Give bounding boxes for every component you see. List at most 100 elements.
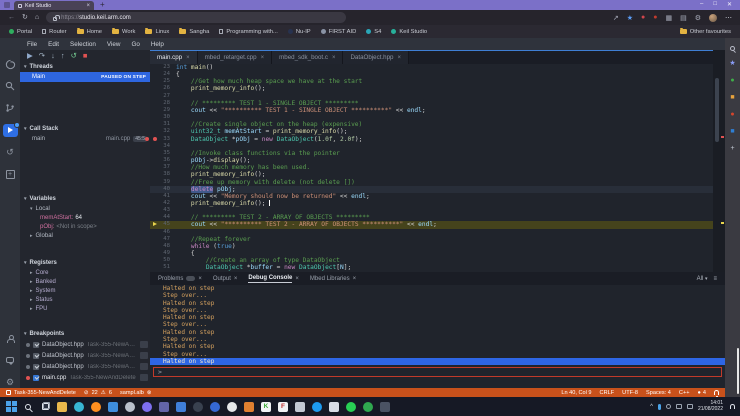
- code-line[interactable]: 51 DataObject *buffer = new DataObject[N…: [150, 264, 713, 271]
- stop-button[interactable]: ■: [83, 51, 88, 61]
- breakpoint-checkbox[interactable]: [33, 363, 39, 370]
- step-over-button[interactable]: ↷: [39, 51, 45, 61]
- breakpoint-row[interactable]: main.cpp Task-355-NewAndDelete: [20, 372, 150, 383]
- code-line[interactable]: 45 cout << "********** TEST 2 - ARRAY OF…: [150, 221, 713, 229]
- tab-close-icon[interactable]: ×: [397, 55, 401, 61]
- threads-header[interactable]: ▾ Threads: [20, 62, 150, 72]
- close-button[interactable]: ✕: [727, 1, 732, 8]
- panel-tab-close-icon[interactable]: ×: [353, 276, 357, 282]
- panel-tab-close-icon[interactable]: ×: [198, 276, 202, 282]
- edge-search-icon[interactable]: [730, 46, 735, 51]
- keil-icon[interactable]: K: [260, 401, 272, 413]
- code-line[interactable]: 23 int main(): [150, 64, 713, 71]
- editor-tab[interactable]: mbed_retarget.cpp ×: [197, 51, 273, 64]
- gutter[interactable]: 46: [150, 229, 176, 236]
- tab-close-icon[interactable]: ×: [332, 55, 336, 61]
- panel-tab[interactable]: Debug Console ×: [248, 275, 299, 283]
- indentation-indicator[interactable]: Spaces: 4: [646, 390, 671, 396]
- gutter[interactable]: 23: [150, 64, 176, 71]
- maximize-button[interactable]: □: [713, 1, 717, 8]
- console-line[interactable]: Halted on step: [150, 357, 725, 366]
- code-line[interactable]: 49 {: [150, 250, 713, 257]
- call-stack-frame[interactable]: main main.cpp 45:5: [20, 134, 150, 144]
- code-line[interactable]: 35 //Invoke class functions via the poin…: [150, 150, 713, 157]
- edge-add-icon[interactable]: +: [730, 145, 734, 153]
- variable-row[interactable]: memAtStart: 64: [20, 213, 150, 222]
- register-group[interactable]: ▸ System: [20, 286, 150, 295]
- console-line[interactable]: Halted on step: [150, 300, 725, 307]
- bookmark-router[interactable]: Router: [42, 29, 67, 35]
- tray-mic-icon[interactable]: [665, 404, 671, 409]
- blue-app-icon[interactable]: [209, 401, 221, 413]
- back-icon[interactable]: ←: [8, 14, 15, 21]
- code-line[interactable]: 46: [150, 229, 713, 236]
- debug-console-input[interactable]: >: [153, 367, 722, 378]
- bookmark-sangha[interactable]: Sangha: [179, 27, 209, 35]
- notes-icon[interactable]: [294, 401, 306, 413]
- panel-tab[interactable]: Mbed Libraries ×: [310, 276, 356, 282]
- gutter[interactable]: 43: [150, 207, 176, 214]
- breakpoint-checkbox[interactable]: [33, 374, 39, 381]
- gutter[interactable]: 38: [150, 171, 176, 178]
- call-stack-header[interactable]: ▾ Call Stack: [20, 124, 150, 134]
- breakpoint-row[interactable]: DataObject.hpp Task-355-NewAndDelete: [20, 350, 150, 361]
- workspaces-icon[interactable]: [4, 2, 10, 8]
- breakpoint-row[interactable]: DataObject.hpp Task-355-NewAndDelete: [20, 361, 150, 372]
- breakpoint-row[interactable]: DataObject.hpp Task-355-NewAndDelete: [20, 339, 150, 350]
- artifact-status[interactable]: sampl.alb ⊗: [120, 390, 152, 396]
- firefox-icon[interactable]: [90, 401, 102, 413]
- tray-chevron-icon[interactable]: ^: [650, 404, 653, 410]
- edge-shopping-icon[interactable]: ●: [730, 77, 734, 85]
- gutter[interactable]: 50: [150, 257, 176, 264]
- scrollbar-thumb[interactable]: [715, 78, 719, 142]
- tab-close-icon[interactable]: ×: [86, 3, 90, 9]
- debug-icon[interactable]: [0, 119, 20, 141]
- code-line[interactable]: 39 //Free up memory with delete (not del…: [150, 179, 713, 186]
- console-line[interactable]: Step over...: [150, 351, 725, 358]
- gutter[interactable]: 32: [150, 128, 176, 135]
- code-line[interactable]: 36 pObj->display();: [150, 157, 713, 164]
- menu-item[interactable]: File: [27, 41, 37, 48]
- code-line[interactable]: 28 // ********* TEST 1 - SINGLE OBJECT *…: [150, 100, 713, 107]
- bookmark-work[interactable]: Work: [112, 27, 135, 35]
- encoding-indicator[interactable]: UTF-8: [622, 390, 638, 396]
- more-menu-icon[interactable]: ⋯: [725, 14, 732, 22]
- registers-header[interactable]: ▾ Registers: [20, 258, 150, 268]
- code-line[interactable]: 24 {: [150, 71, 713, 78]
- console-line[interactable]: Step over...: [150, 336, 725, 343]
- snip-icon[interactable]: [328, 401, 340, 413]
- breakpoints-header[interactable]: ▾ Breakpoints: [20, 329, 150, 339]
- gutter[interactable]: 27: [150, 93, 176, 100]
- gutter[interactable]: 25: [150, 78, 176, 85]
- gutter[interactable]: 44: [150, 214, 176, 221]
- gutter[interactable]: 42: [150, 200, 176, 207]
- gutter[interactable]: 30: [150, 114, 176, 121]
- menu-item[interactable]: Help: [151, 41, 164, 48]
- gutter[interactable]: 28: [150, 100, 176, 107]
- history-icon[interactable]: ↺: [0, 141, 20, 163]
- url-bar[interactable]: https://studio.keil.arm.com: [46, 12, 347, 23]
- code-line[interactable]: 40 delete pObj;: [150, 185, 713, 193]
- profile-avatar[interactable]: [709, 13, 717, 22]
- gutter[interactable]: 49: [150, 250, 176, 257]
- code-line[interactable]: 27: [150, 93, 713, 100]
- code-line[interactable]: 44 // ********* TEST 2 - ARRAY OF OBJECT…: [150, 214, 713, 221]
- tray-folder-icon[interactable]: [686, 404, 693, 409]
- gutter[interactable]: 48: [150, 243, 176, 250]
- teams-icon[interactable]: [158, 401, 170, 413]
- source-control-icon[interactable]: [0, 97, 20, 119]
- bookmark-keil-studio[interactable]: Keil Studio: [391, 29, 427, 35]
- tab-close-icon[interactable]: ×: [261, 55, 265, 61]
- code-line[interactable]: 41 cout << "Memory should now be returne…: [150, 193, 713, 200]
- thunderbird-icon[interactable]: [141, 401, 153, 413]
- password-alert-icon[interactable]: ●: [641, 14, 645, 21]
- editor-tab[interactable]: mbed_sdk_boot.c ×: [272, 51, 344, 64]
- breakpoint-checkbox[interactable]: [33, 352, 39, 359]
- gutter[interactable]: 41: [150, 193, 176, 200]
- continue-button[interactable]: ▶: [27, 51, 33, 61]
- code-line[interactable]: 32 uint32_t memAtStart = print_memory_in…: [150, 128, 713, 135]
- dark-app-icon[interactable]: [192, 401, 204, 413]
- other-favourites[interactable]: Other favourites: [679, 27, 731, 35]
- variables-header[interactable]: ▾ Variables: [20, 194, 150, 204]
- scope-global[interactable]: ▸ Global: [20, 231, 150, 240]
